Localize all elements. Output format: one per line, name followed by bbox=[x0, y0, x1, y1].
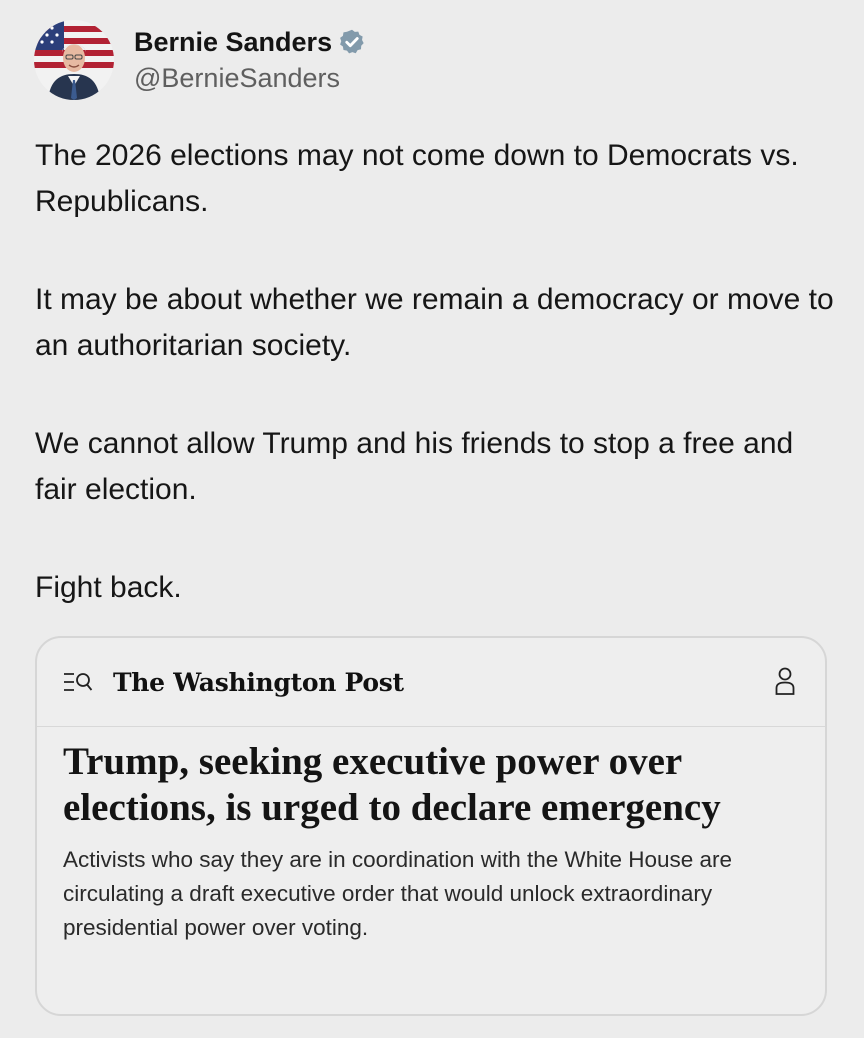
tweet-paragraph: Fight back. bbox=[35, 571, 182, 604]
tweet-header: Bernie Sanders @BernieSanders bbox=[34, 20, 366, 100]
tweet-paragraph: The 2026 elections may not come down to … bbox=[35, 139, 799, 218]
article-headline[interactable]: Trump, seeking executive power over elec… bbox=[63, 739, 803, 831]
card-topbar: The Washington Post bbox=[37, 638, 825, 727]
publication-logo: The Washington Post bbox=[113, 667, 404, 697]
display-name[interactable]: Bernie Sanders bbox=[134, 26, 332, 58]
user-icon[interactable] bbox=[775, 666, 795, 696]
tweet-paragraph: We cannot allow Trump and his friends to… bbox=[35, 427, 794, 506]
author-names: Bernie Sanders @BernieSanders bbox=[134, 26, 366, 95]
name-row: Bernie Sanders bbox=[134, 26, 366, 58]
handle[interactable]: @BernieSanders bbox=[134, 62, 366, 94]
avatar-image bbox=[34, 20, 114, 100]
tweet-paragraph: It may be about whether we remain a demo… bbox=[35, 283, 834, 362]
tweet-text: The 2026 elections may not come down to … bbox=[35, 133, 835, 611]
avatar[interactable] bbox=[34, 20, 114, 100]
article-summary: Activists who say they are in coordinati… bbox=[63, 847, 733, 940]
menu-search-icon[interactable] bbox=[63, 671, 93, 693]
verified-badge-icon bbox=[338, 28, 366, 56]
link-preview-card[interactable]: The Washington Post Trump, seeking execu… bbox=[35, 636, 827, 1016]
